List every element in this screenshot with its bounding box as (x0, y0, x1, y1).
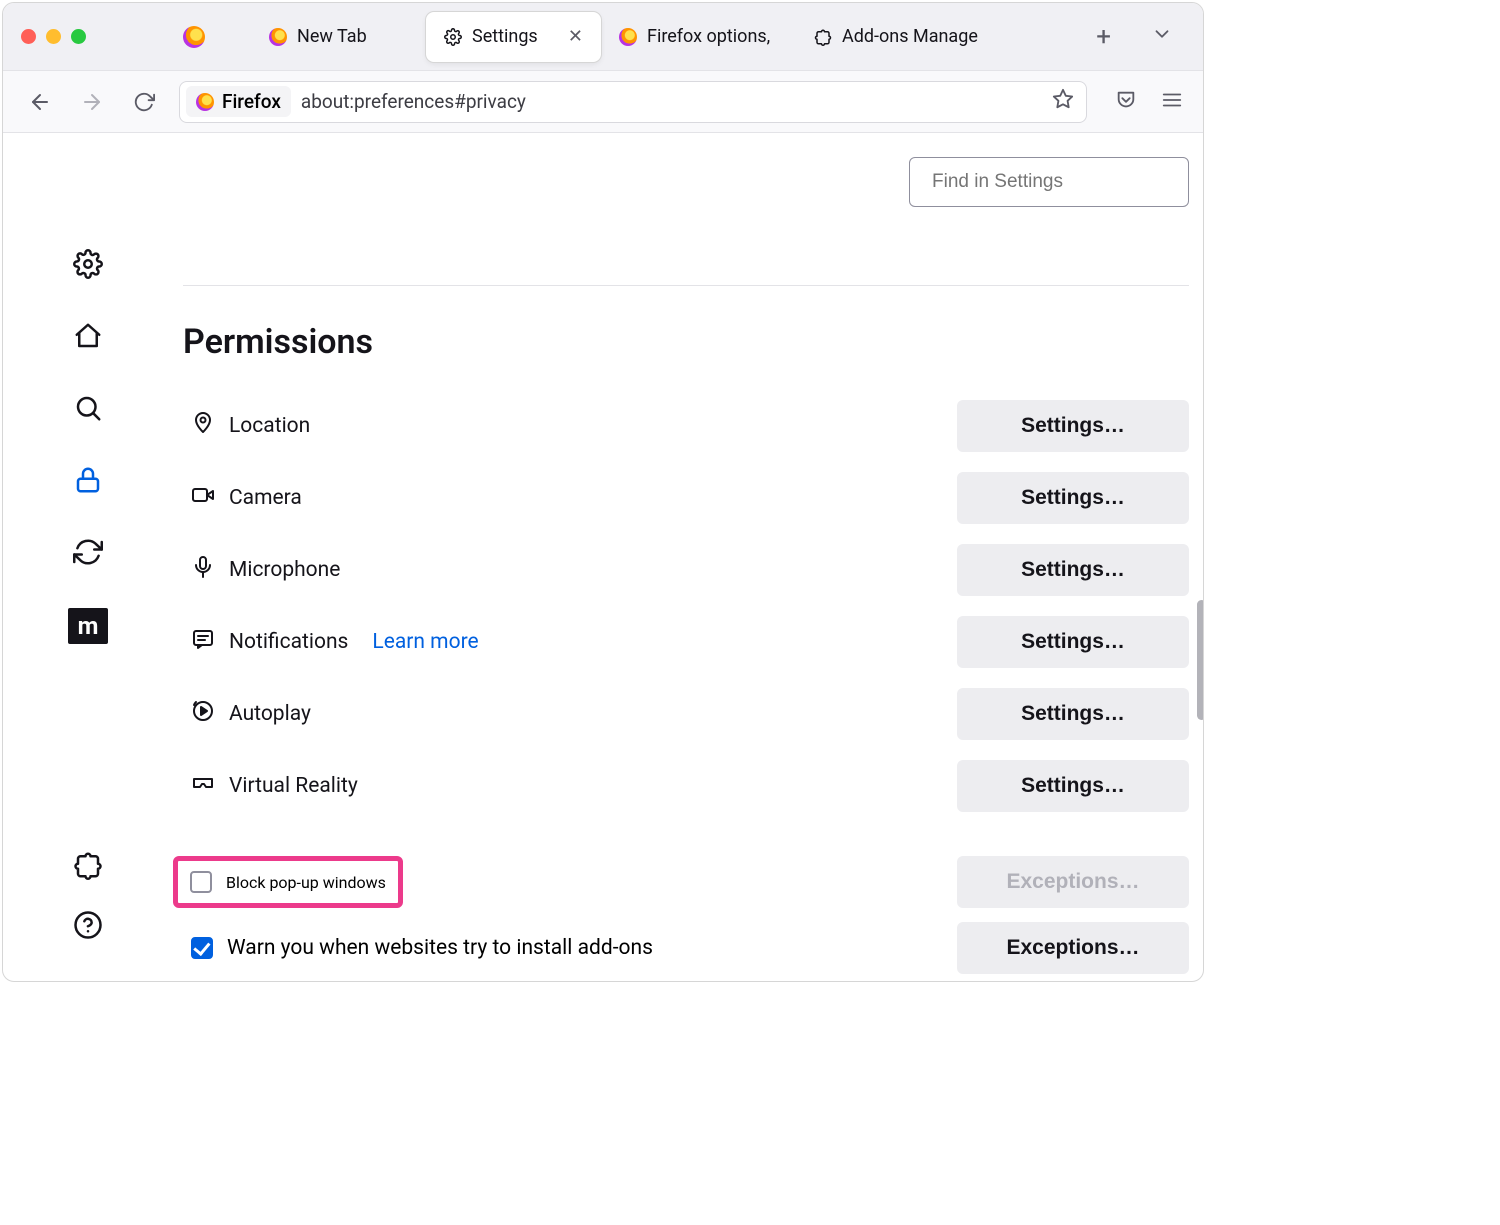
sidebar-search-icon[interactable] (72, 392, 104, 424)
warn-addons-row: Warn you when websites try to install ad… (183, 922, 1189, 974)
highlight-annotation: Block pop-up windows (173, 856, 403, 908)
permission-label: Autoplay (229, 702, 311, 726)
microphone-settings-button[interactable]: Settings… (957, 544, 1189, 596)
block-popups-label: Block pop-up windows (226, 873, 386, 892)
forward-button[interactable] (75, 85, 109, 119)
camera-icon (191, 483, 215, 513)
block-popups-exceptions-button[interactable]: Exceptions… (957, 856, 1189, 908)
permission-row-autoplay: Autoplay Settings… (183, 678, 1189, 750)
location-settings-button[interactable]: Settings… (957, 400, 1189, 452)
identity-label: Firefox (222, 90, 281, 113)
permission-label: Camera (229, 486, 302, 510)
microphone-icon (191, 555, 215, 585)
nav-toolbar: Firefox about:preferences#privacy (3, 71, 1203, 133)
hamburger-menu-icon[interactable] (1161, 89, 1183, 115)
address-bar[interactable]: Firefox about:preferences#privacy (179, 81, 1087, 123)
titlebar: New Tab Settings ✕ Firefox options, Add-… (3, 3, 1203, 71)
sidebar-mozilla-icon[interactable]: m (68, 608, 108, 644)
tab-settings[interactable]: Settings ✕ (426, 12, 601, 62)
notifications-settings-button[interactable]: Settings… (957, 616, 1189, 668)
learn-more-link[interactable]: Learn more (372, 630, 478, 654)
section-title: Permissions (183, 322, 1189, 362)
firefox-icon (619, 28, 637, 46)
sidebar-privacy-icon[interactable] (72, 464, 104, 496)
new-tab-button[interactable]: + (1096, 22, 1111, 52)
tab-label: Add-ons Manage (842, 26, 978, 47)
block-popups-row: Block pop-up windows Exceptions… (183, 856, 1189, 908)
tab-label: Firefox options, (647, 26, 770, 47)
camera-settings-button[interactable]: Settings… (957, 472, 1189, 524)
tab-new-tab[interactable]: New Tab (251, 12, 426, 62)
permission-row-camera: Camera Settings… (183, 462, 1189, 534)
vr-icon (191, 771, 215, 801)
permission-row-microphone: Microphone Settings… (183, 534, 1189, 606)
scrollbar-thumb[interactable] (1197, 600, 1204, 720)
star-icon[interactable] (1052, 88, 1074, 115)
maximize-window-button[interactable] (71, 29, 86, 44)
tab-label: New Tab (297, 26, 367, 47)
tab-addons-manager[interactable]: Add-ons Manage (796, 12, 996, 62)
firefox-icon (269, 28, 287, 46)
permission-label: Location (229, 414, 310, 438)
permission-label: Virtual Reality (229, 774, 358, 798)
warn-addons-label: Warn you when websites try to install ad… (227, 936, 653, 960)
sidebar-home-icon[interactable] (72, 320, 104, 352)
permission-row-notifications: Notifications Learn more Settings… (183, 606, 1189, 678)
warn-addons-exceptions-button[interactable]: Exceptions… (957, 922, 1189, 974)
sidebar-sync-icon[interactable] (72, 536, 104, 568)
pocket-icon[interactable] (1115, 89, 1137, 115)
firefox-icon (196, 93, 214, 111)
puzzle-icon (814, 28, 832, 46)
settings-sidebar: m (3, 133, 173, 981)
back-button[interactable] (23, 85, 57, 119)
tab-firefox-options[interactable]: Firefox options, (601, 12, 796, 62)
chevron-down-icon[interactable] (1151, 23, 1173, 51)
reload-button[interactable] (127, 85, 161, 119)
identity-box[interactable]: Firefox (186, 86, 291, 117)
notifications-icon (191, 627, 215, 657)
warn-addons-checkbox[interactable] (191, 937, 213, 959)
settings-main: Permissions Location Settings… Camera Se… (173, 133, 1203, 981)
block-popups-checkbox[interactable] (190, 871, 212, 893)
sidebar-general-icon[interactable] (72, 248, 104, 280)
sidebar-extensions-icon[interactable] (72, 849, 104, 881)
permission-row-location: Location Settings… (183, 390, 1189, 462)
autoplay-settings-button[interactable]: Settings… (957, 688, 1189, 740)
settings-search[interactable] (909, 157, 1189, 207)
permission-label: Microphone (229, 558, 340, 582)
url-text: about:preferences#privacy (301, 90, 526, 113)
minimize-window-button[interactable] (46, 29, 61, 44)
autoplay-icon (191, 699, 215, 729)
sidebar-help-icon[interactable] (72, 909, 104, 941)
permission-row-vr: Virtual Reality Settings… (183, 750, 1189, 822)
close-icon[interactable]: ✕ (568, 26, 583, 47)
window-controls (21, 29, 86, 44)
location-icon (191, 411, 215, 441)
close-window-button[interactable] (21, 29, 36, 44)
permission-label: Notifications (229, 630, 348, 654)
settings-search-input[interactable] (932, 171, 1177, 193)
gear-icon (444, 28, 462, 46)
tab-label: Settings (472, 26, 538, 47)
tab-strip: New Tab Settings ✕ Firefox options, Add-… (251, 3, 996, 70)
section-divider (183, 285, 1189, 286)
vr-settings-button[interactable]: Settings… (957, 760, 1189, 812)
firefox-icon (183, 26, 205, 48)
